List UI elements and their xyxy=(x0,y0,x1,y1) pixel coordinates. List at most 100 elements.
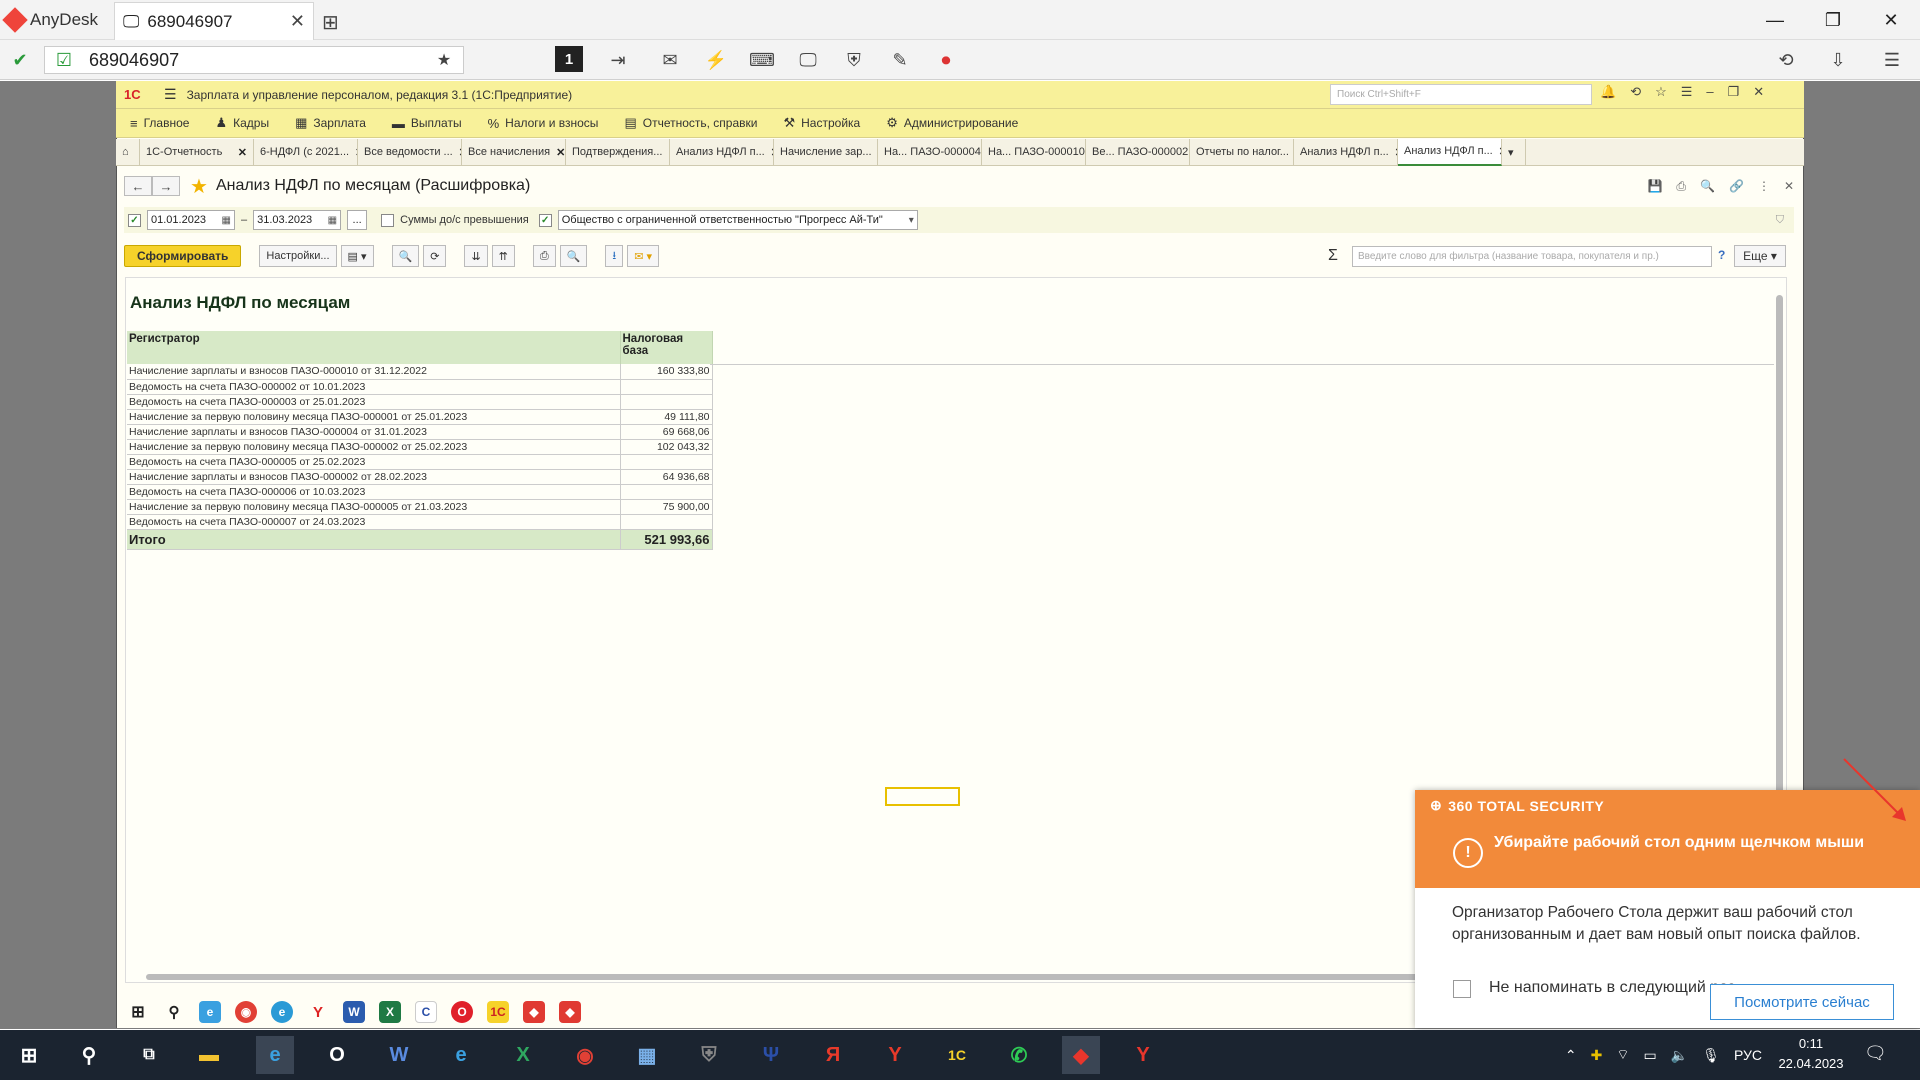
table-row[interactable]: Ведомость на счета ПАЗО-000007 от 24.03.… xyxy=(127,514,713,530)
organization-field[interactable]: Общество с ограниченной ответственностью… xyxy=(557,210,918,230)
registrar-cell[interactable]: Ведомость на счета ПАЗО-000002 от 10.01.… xyxy=(127,379,621,395)
selected-cell[interactable] xyxy=(885,787,960,806)
dont-remind-checkbox[interactable] xyxy=(1453,980,1471,998)
find-icon[interactable]: 🔍 xyxy=(391,245,420,267)
print-icon[interactable]: ⎙ xyxy=(1676,179,1686,194)
tax-base-cell[interactable]: 75 900,00 xyxy=(620,499,713,515)
bell-icon[interactable]: 🔔 xyxy=(1600,84,1616,100)
org-checkbox[interactable]: ✓ xyxy=(538,213,552,227)
tabs-dropdown-icon[interactable]: ▾ xyxy=(1502,138,1526,166)
window-tab[interactable]: На... ПАЗО-000004✕ xyxy=(878,138,982,166)
chevron-down-icon[interactable]: ▾ xyxy=(909,215,914,226)
file-explorer-icon[interactable]: ▬ xyxy=(190,1036,228,1074)
task-view-icon[interactable]: ⧉ xyxy=(130,1036,168,1074)
wifi-icon[interactable]: ⌔ xyxy=(1616,1046,1629,1064)
table-row[interactable]: Начисление за первую половину месяца ПАЗ… xyxy=(127,409,713,425)
window-tab[interactable]: Анализ НДФЛ п...✕ xyxy=(1294,138,1398,166)
restore-icon[interactable]: ❐ xyxy=(1804,0,1862,40)
table-row[interactable]: Ведомость на счета ПАЗО-000006 от 10.03.… xyxy=(127,484,713,500)
c-app-icon[interactable]: C xyxy=(415,1001,437,1023)
search-icon[interactable]: ⚲ xyxy=(70,1036,108,1074)
permissions-icon[interactable]: ⛨ xyxy=(840,46,868,74)
window-tab[interactable]: Все начисления ✕ xyxy=(462,138,566,166)
print-preview-icon[interactable]: 🔍 xyxy=(559,245,588,267)
anydesk-icon[interactable]: ◆ xyxy=(559,1001,581,1023)
table-row[interactable]: Начисление за первую половину месяца ПАЗ… xyxy=(127,439,713,455)
registrar-cell[interactable]: Начисление зарплаты и взносов ПАЗО-00000… xyxy=(127,469,621,485)
excel-icon[interactable]: X xyxy=(504,1036,542,1074)
1c-icon[interactable]: 1С xyxy=(487,1001,509,1023)
registrar-cell[interactable]: Ведомость на счета ПАЗО-000007 от 24.03.… xyxy=(127,514,621,530)
more-vertical-icon[interactable]: ⋮ xyxy=(1758,179,1770,194)
section-0[interactable]: ≡ Главное xyxy=(130,116,189,131)
variant-button[interactable]: ▤ ▾ xyxy=(340,245,374,267)
global-search-input[interactable]: Поиск Ctrl+Shift+F xyxy=(1330,84,1592,105)
chrome-icon[interactable]: ◉ xyxy=(566,1036,604,1074)
yandex-browser-icon[interactable]: Y xyxy=(876,1036,914,1074)
close-window-icon[interactable]: ✕ xyxy=(1862,0,1920,40)
chevron-up-icon[interactable]: ⌃ xyxy=(1565,1047,1577,1064)
transfer-icon[interactable]: ⇥ xyxy=(604,46,632,74)
menu-icon[interactable]: ☰ xyxy=(1878,46,1906,74)
minimize-icon[interactable]: – xyxy=(1706,84,1713,100)
registrar-cell[interactable]: Начисление за первую половину месяца ПАЗ… xyxy=(127,439,621,455)
opera-icon[interactable]: O xyxy=(318,1036,356,1074)
section-6[interactable]: ⚒ Настройка xyxy=(783,115,860,131)
close-tab-icon[interactable]: ✕ xyxy=(556,146,565,159)
new-tab-icon[interactable]: ⊞ xyxy=(322,10,339,35)
tax-base-cell[interactable] xyxy=(620,379,713,395)
window-tab[interactable]: Подтверждения...✕ xyxy=(566,138,670,166)
registrar-cell[interactable]: Начисление за первую половину месяца ПАЗ… xyxy=(127,499,621,515)
clock[interactable]: 0:11 22.04.2023 xyxy=(1776,1034,1846,1074)
chat-icon[interactable]: ✉ xyxy=(656,46,684,74)
calendar-icon[interactable]: ▦ xyxy=(222,215,231,226)
history-icon[interactable]: ⟲ xyxy=(1772,46,1800,74)
window-tab[interactable]: На... ПАЗО-000010✕ xyxy=(982,138,1086,166)
section-3[interactable]: ▬ Выплаты xyxy=(392,116,462,131)
send-email-icon[interactable]: ✉ ▾ xyxy=(627,245,660,267)
actions-icon[interactable]: ⚡ xyxy=(702,46,730,74)
action-center-icon[interactable]: 🗨 xyxy=(1864,1043,1887,1064)
view-now-button[interactable]: Посмотрите сейчас xyxy=(1710,984,1894,1020)
window-tab[interactable]: Анализ НДФЛ п...✕ xyxy=(1398,138,1502,166)
period-choose-button[interactable]: ... xyxy=(347,210,368,230)
tax-base-cell[interactable]: 64 936,68 xyxy=(620,469,713,485)
sums-checkbox[interactable] xyxy=(381,213,395,227)
display-icon[interactable]: 🖵 xyxy=(794,46,822,74)
registrar-cell[interactable]: Начисление за первую половину месяца ПАЗ… xyxy=(127,409,621,425)
preview-icon[interactable]: 🔍 xyxy=(1700,179,1715,194)
volume-icon[interactable]: 🔈 xyxy=(1671,1047,1688,1064)
favorite-icon[interactable]: ★ xyxy=(430,46,458,74)
anydesk-icon[interactable]: ◆ xyxy=(523,1001,545,1023)
settings-menu-icon[interactable]: ☰ xyxy=(1681,84,1693,100)
anydesk-session-tab[interactable]: 🖵 689046907 ✕ xyxy=(114,2,314,40)
table-row[interactable]: Ведомость на счета ПАЗО-000003 от 25.01.… xyxy=(127,394,713,410)
edge-icon[interactable]: e xyxy=(271,1001,293,1023)
section-7[interactable]: ⚙ Администрирование xyxy=(886,115,1018,131)
window-tab[interactable]: Все ведомости ...✕ xyxy=(358,138,462,166)
window-tab[interactable]: 6-НДФЛ (с 2021...✕ xyxy=(254,138,358,166)
print-icon[interactable]: ⎙ xyxy=(532,245,556,267)
tax-base-cell[interactable]: 102 043,32 xyxy=(620,439,713,455)
registrar-cell[interactable]: Начисление зарплаты и взносов ПАЗО-00000… xyxy=(127,424,621,440)
excel-icon[interactable]: X xyxy=(379,1001,401,1023)
table-row[interactable]: Начисление зарплаты и взносов ПАЗО-00001… xyxy=(127,364,713,380)
calendar-icon[interactable]: ▦ xyxy=(328,215,337,226)
close-form-icon[interactable]: ✕ xyxy=(1784,179,1794,194)
tax-base-cell[interactable]: 49 111,80 xyxy=(620,409,713,425)
registrar-cell[interactable]: Ведомость на счета ПАЗО-000003 от 25.01.… xyxy=(127,394,621,410)
total-value[interactable]: 521 993,66 xyxy=(620,529,713,550)
anydesk-icon[interactable]: ◆ xyxy=(1062,1036,1100,1074)
tax-base-cell[interactable] xyxy=(620,484,713,500)
generate-button[interactable]: Сформировать xyxy=(124,245,242,267)
save-file-icon[interactable]: ⭳ xyxy=(605,245,624,267)
expand-groups-icon[interactable]: ⇊ xyxy=(464,245,488,267)
sum-icon[interactable]: Σ xyxy=(1328,247,1338,265)
link-icon[interactable]: 🔗 xyxy=(1729,179,1744,194)
minimize-icon[interactable]: — xyxy=(1746,0,1804,40)
close-tab-icon[interactable]: ✕ xyxy=(290,11,305,32)
table-row[interactable]: Начисление за первую половину месяца ПАЗ… xyxy=(127,499,713,515)
close-tab-icon[interactable]: ✕ xyxy=(238,146,247,159)
ukraine-trident-icon[interactable]: Ψ xyxy=(752,1036,790,1074)
date-from-field[interactable]: 01.01.2023 ▦ xyxy=(147,210,235,230)
